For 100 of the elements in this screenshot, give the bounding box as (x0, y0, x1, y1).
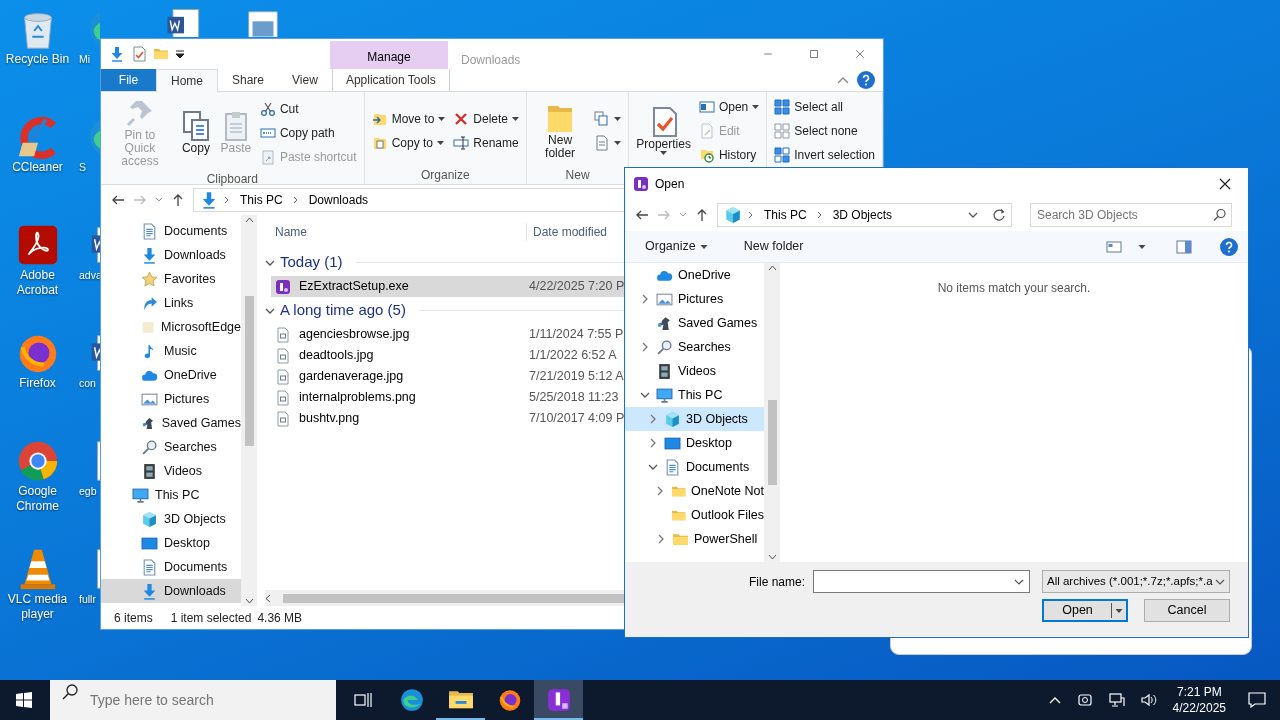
nav-item[interactable]: This PC (101, 483, 241, 507)
ribbon-button[interactable]: Invert selection (771, 143, 878, 166)
split-button[interactable]: Open (1042, 599, 1128, 622)
collapse-ribbon-icon[interactable] (837, 76, 849, 84)
chevron-down-icon[interactable] (265, 258, 275, 267)
preview-pane-icon[interactable] (1176, 239, 1192, 254)
group-header[interactable]: Today (1) (280, 251, 343, 274)
monitor-icon (656, 386, 673, 404)
date-cell-text: 1/11/2024 7:55 P (529, 326, 624, 344)
nav-item[interactable]: Searches (101, 435, 241, 459)
view-icon[interactable] (1106, 239, 1122, 254)
ribbon-button[interactable]: Delete (450, 107, 522, 130)
up-icon[interactable] (171, 193, 185, 207)
file-type-dropdown[interactable]: All archives (*.001;*.7z;*.apfs;*.a (1042, 570, 1230, 593)
file-menu-tab[interactable]: File (101, 69, 156, 91)
ribbon-button[interactable]: History (695, 143, 763, 166)
ribbon-button[interactable]: Move to (368, 107, 449, 130)
nav-item[interactable]: OneDrive (101, 363, 241, 387)
nav-item[interactable]: Documents (101, 219, 241, 243)
ribbon-button[interactable]: New folder (531, 99, 590, 162)
help-icon[interactable] (1220, 237, 1238, 256)
tree-item[interactable]: PowerShell (625, 527, 764, 551)
chevron-down-icon[interactable] (648, 463, 658, 471)
tree-item[interactable]: This PC (625, 383, 764, 407)
tree-item[interactable]: Searches (625, 335, 764, 359)
chevron-right-icon[interactable] (641, 342, 649, 352)
ribbon-button[interactable]: Rename (450, 131, 522, 154)
nav-item[interactable]: Downloads (101, 579, 241, 603)
file-name: gardenaverage.jpg (299, 368, 404, 386)
nav-item[interactable]: Desktop (101, 531, 241, 555)
chevron-up-icon[interactable] (1048, 696, 1061, 704)
chevron-right-icon[interactable] (656, 486, 665, 496)
ribbon-button[interactable]: Copy path (256, 121, 360, 144)
chevron-down-icon[interactable] (640, 391, 650, 399)
refresh-icon[interactable] (992, 208, 1006, 222)
breadcrumb[interactable]: This PC (236, 191, 287, 209)
back-icon[interactable] (635, 208, 649, 222)
address-bar[interactable]: This PC 3D Objects (717, 203, 1012, 227)
dropdown-icon[interactable] (175, 49, 185, 59)
breadcrumb[interactable]: Downloads (304, 191, 373, 209)
dropdown-icon[interactable] (968, 211, 978, 219)
tree-item[interactable]: Desktop (625, 431, 764, 455)
camera-icon[interactable] (1076, 692, 1093, 708)
nav-item[interactable]: Music (101, 339, 241, 363)
nav-item[interactable]: Pictures (101, 387, 241, 411)
new-folder-button[interactable]: New folder (740, 235, 807, 258)
up-icon[interactable] (695, 208, 709, 222)
chevron-down-icon[interactable] (265, 306, 275, 315)
ribbon-tab[interactable]: View (278, 69, 332, 91)
nav-item[interactable]: MicrosoftEdge (101, 315, 241, 339)
nav-item[interactable]: Saved Games (101, 411, 241, 435)
tree-item[interactable]: Outlook Files (625, 503, 764, 527)
tree-item[interactable]: Videos (625, 359, 764, 383)
clock-date[interactable]: 4/22/2025 (1172, 700, 1226, 716)
search-field[interactable]: Search 3D Objects (1030, 203, 1232, 227)
scrollbar[interactable] (241, 215, 257, 606)
properties-icon[interactable] (131, 46, 147, 62)
ribbon-button[interactable]: Open (695, 95, 763, 118)
ribbon-tab[interactable]: Application Tools (331, 69, 450, 91)
chevron-right-icon[interactable] (649, 438, 657, 448)
column-header[interactable]: Name (265, 223, 526, 241)
clock-time[interactable]: 7:21 PM (1176, 684, 1222, 700)
scrollbar-thumb[interactable] (244, 295, 254, 446)
tree-item[interactable]: Saved Games (625, 311, 764, 335)
ribbon-tab[interactable]: Share (218, 69, 279, 91)
nav-item[interactable]: Documents (101, 555, 241, 579)
chevron-right-icon[interactable] (641, 294, 649, 304)
recent-locations-icon[interactable] (679, 212, 687, 218)
ribbon-button[interactable]: Copy (176, 108, 215, 157)
dialog-button[interactable]: Cancel (1144, 599, 1230, 622)
group-header[interactable]: A long time ago (5) (280, 299, 406, 322)
chevron-right-icon[interactable] (657, 534, 665, 544)
back-icon[interactable] (111, 193, 125, 207)
ribbon-button[interactable]: Properties (633, 104, 694, 157)
volume-icon[interactable] (1140, 692, 1157, 708)
ribbon-tab[interactable]: Home (156, 69, 218, 92)
ribbon-button[interactable]: Cut (256, 97, 360, 120)
help-icon[interactable] (857, 71, 875, 89)
ribbon-button[interactable]: Select all (771, 95, 878, 118)
tree-item[interactable]: 3D Objects (625, 407, 764, 431)
search-field[interactable]: Type here to search (50, 680, 336, 720)
nav-item[interactable]: Downloads (101, 243, 241, 267)
scrollbar-thumb[interactable] (767, 400, 777, 485)
nav-item[interactable]: Favorites (101, 267, 241, 291)
network-icon[interactable] (1108, 692, 1125, 708)
tree-item[interactable]: OneNote Not (625, 479, 764, 503)
nav-item[interactable]: Links (101, 291, 241, 315)
ribbon-button[interactable]: Copy to (368, 131, 449, 154)
nav-item[interactable]: 3D Objects (101, 507, 241, 531)
ribbon-button[interactable]: Select none (771, 119, 878, 142)
chevron-right-icon[interactable] (649, 414, 657, 424)
scrollbar[interactable] (764, 263, 780, 562)
taskbar-app[interactable] (534, 680, 583, 720)
tree-item[interactable]: Documents (625, 455, 764, 479)
recent-locations-icon[interactable] (155, 197, 163, 203)
caret-icon (1115, 608, 1123, 613)
organize-button[interactable]: Organize (642, 235, 711, 258)
download-arrow-icon[interactable] (109, 46, 125, 62)
file-name-field[interactable] (813, 570, 1030, 593)
nav-item[interactable]: Videos (101, 459, 241, 483)
